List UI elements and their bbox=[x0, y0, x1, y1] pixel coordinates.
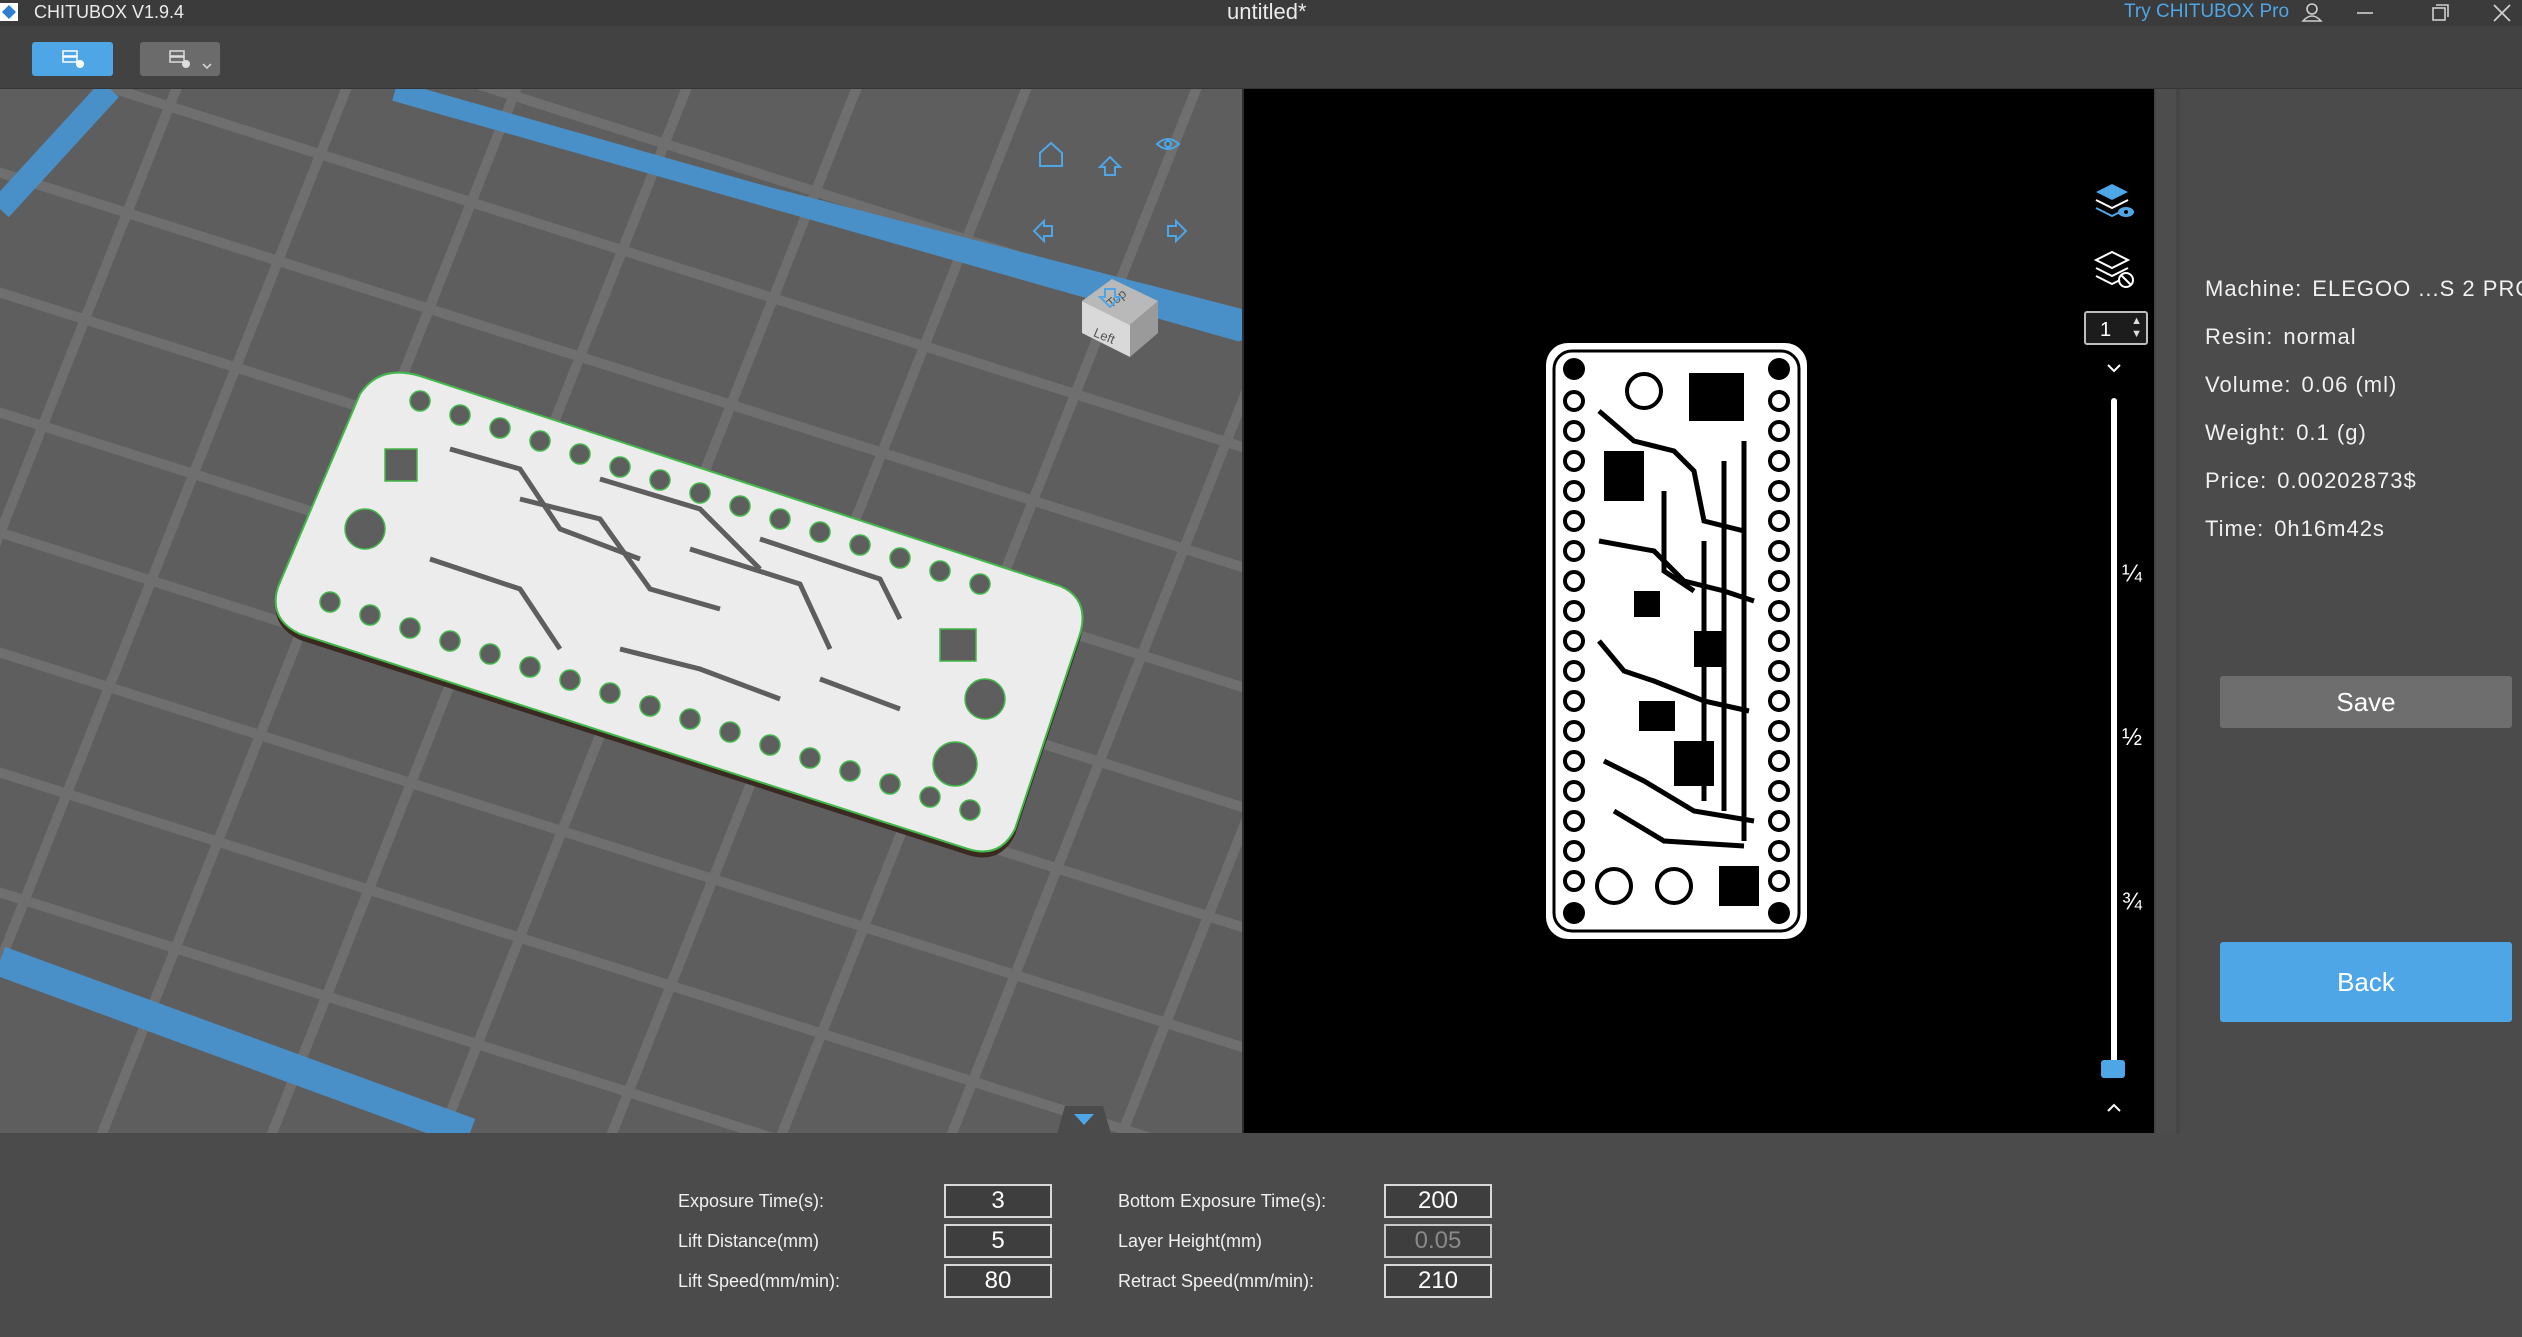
lift-speed-field[interactable]: 80 bbox=[944, 1264, 1052, 1298]
restore-icon[interactable] bbox=[2420, 0, 2460, 26]
layer-height-label: Layer Height(mm) bbox=[1118, 1231, 1263, 1251]
scrollbar-thumb[interactable] bbox=[2156, 89, 2176, 1133]
price-label: Price: bbox=[2205, 468, 2268, 493]
layers-show-icon[interactable] bbox=[2092, 178, 2136, 226]
layer-number-spinner[interactable]: 1 ▲ ▼ bbox=[2084, 311, 2148, 345]
weight-value: 0.1 bbox=[2296, 420, 2330, 445]
slice-layer-image bbox=[1546, 343, 1807, 939]
machine-value: ELEGOO ...S 2 PRO bbox=[2312, 276, 2522, 301]
layers-hide-icon[interactable] bbox=[2092, 246, 2136, 294]
volume-value: 0.06 bbox=[2301, 372, 2349, 397]
weight-row: Weight: 0.1 (g) bbox=[2205, 420, 2367, 446]
lift-speed-label: Lift Speed(mm/min): bbox=[678, 1271, 841, 1291]
slice-dropdown-icon bbox=[169, 50, 212, 70]
layer-down-chevron-icon[interactable] bbox=[2104, 360, 2124, 376]
resin-label: Resin: bbox=[2205, 324, 2274, 349]
layer-height-field: 0.05 bbox=[1384, 1224, 1492, 1258]
exposure-time-field[interactable]: 3 bbox=[944, 1184, 1052, 1218]
save-button[interactable]: Save bbox=[2220, 676, 2512, 728]
time-label: Time: bbox=[2205, 516, 2265, 541]
slider-mark-three-quarter: ¾ bbox=[2122, 888, 2143, 915]
price-value: 0.00202873$ bbox=[2277, 468, 2417, 493]
document-title: untitled* bbox=[1227, 0, 1307, 24]
slice-settings-button[interactable] bbox=[32, 42, 113, 76]
time-value: 0h16m42s bbox=[2274, 516, 2385, 541]
try-pro-link[interactable]: Try CHITUBOX Pro bbox=[2124, 1, 2289, 23]
lift-distance-field[interactable]: 5 bbox=[944, 1224, 1052, 1258]
machine-label: Machine: bbox=[2205, 276, 2303, 301]
weight-unit: (g) bbox=[2336, 420, 2367, 445]
3d-viewport[interactable]: Top Left bbox=[0, 89, 1242, 1133]
retract-speed-label: Retract Speed(mm/min): bbox=[1118, 1271, 1315, 1291]
resin-row: Resin: normal bbox=[2205, 324, 2357, 350]
time-row: Time: 0h16m42s bbox=[2205, 516, 2385, 542]
close-icon[interactable] bbox=[2482, 0, 2522, 26]
user-icon[interactable] bbox=[2292, 0, 2332, 26]
retract-speed-field[interactable]: 210 bbox=[1384, 1264, 1492, 1298]
volume-label: Volume: bbox=[2205, 372, 2292, 397]
chitubox-logo-icon bbox=[0, 3, 18, 21]
layer-up-chevron-icon[interactable] bbox=[2104, 1100, 2124, 1116]
slice-preview[interactable] bbox=[1244, 89, 2154, 1133]
weight-label: Weight: bbox=[2205, 420, 2287, 445]
spinner-arrows-icon[interactable]: ▲ ▼ bbox=[2131, 315, 2142, 341]
back-button[interactable]: Back bbox=[2220, 942, 2512, 1022]
build-plate: Top Left bbox=[0, 89, 1242, 1133]
slice-dropdown-button[interactable] bbox=[140, 42, 220, 76]
layer-slider-track[interactable] bbox=[2111, 398, 2117, 1074]
toolbar bbox=[0, 26, 2522, 89]
slider-mark-half: ½ bbox=[2122, 724, 2143, 751]
price-row: Price: 0.00202873$ bbox=[2205, 468, 2417, 494]
slice-settings-icon bbox=[62, 50, 84, 68]
bottom-exposure-label: Bottom Exposure Time(s): bbox=[1118, 1191, 1327, 1211]
print-parameters-panel bbox=[0, 1134, 2180, 1337]
expand-panel-icon[interactable] bbox=[1057, 1104, 1111, 1133]
resin-value: normal bbox=[2283, 324, 2357, 349]
volume-unit: (ml) bbox=[2355, 372, 2398, 397]
layer-slider-thumb[interactable] bbox=[2101, 1060, 2125, 1078]
lift-distance-label: Lift Distance(mm) bbox=[678, 1231, 820, 1251]
minimize-icon[interactable] bbox=[2345, 0, 2385, 26]
slider-mark-quarter: ¼ bbox=[2122, 560, 2143, 587]
volume-row: Volume: 0.06 (ml) bbox=[2205, 372, 2397, 398]
bottom-right-panel bbox=[2180, 1134, 2522, 1337]
machine-row: Machine: ELEGOO ...S 2 PRO bbox=[2205, 276, 2522, 302]
exposure-time-label: Exposure Time(s): bbox=[678, 1191, 825, 1211]
layer-number-value: 1 bbox=[2100, 319, 2112, 341]
bottom-exposure-field[interactable]: 200 bbox=[1384, 1184, 1492, 1218]
app-name: CHITUBOX V1.9.4 bbox=[34, 2, 185, 22]
title-bar: CHITUBOX V1.9.4 untitled* Try CHITUBOX P… bbox=[0, 0, 2522, 26]
